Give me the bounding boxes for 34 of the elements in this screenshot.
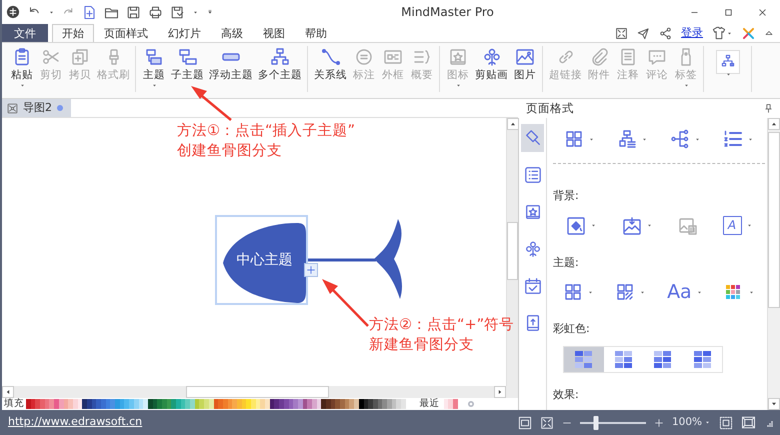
paste-button[interactable]: 粘贴 xyxy=(8,46,36,94)
picture-button[interactable]: 图片 xyxy=(511,46,539,94)
menu-tab[interactable]: 视图 xyxy=(253,24,295,42)
format-tool-button[interactable]: A xyxy=(720,214,754,237)
relationship-button[interactable]: 关系线 xyxy=(312,46,349,94)
website-link[interactable]: http://www.edrawsoft.cn xyxy=(8,414,142,431)
annotation-text: 方法②：点击“+”符号 新建鱼骨图分支 xyxy=(369,316,514,355)
file-menu-button[interactable]: 文件 xyxy=(2,24,48,42)
recent-label: 最近 xyxy=(420,398,440,410)
fill-label: 填充 xyxy=(3,398,25,410)
clipart-button[interactable]: 剪贴画 xyxy=(473,46,510,94)
menu-tab[interactable]: 幻灯片 xyxy=(158,24,211,42)
section-label: 主题: xyxy=(553,254,580,270)
menu-tab[interactable]: 高级 xyxy=(211,24,253,42)
floating-topic-button[interactable]: 浮动主题 xyxy=(207,46,255,94)
watermark-text-icon: A xyxy=(722,216,742,235)
multiple-topics-button[interactable]: 多个主题 xyxy=(256,46,304,94)
menu-tab[interactable]: 页面样式 xyxy=(94,24,158,42)
annotation-text: 方法①：点击“插入子主题” 创建鱼骨图分支 xyxy=(177,122,356,161)
window-title: MindMaster Pro xyxy=(400,4,495,21)
menu-tab[interactable]: 开始 xyxy=(52,24,94,42)
topic-button[interactable]: 主题 xyxy=(140,46,168,94)
login-link[interactable]: 登录 xyxy=(681,24,703,42)
central-topic[interactable]: 中心主题 xyxy=(215,215,308,305)
menu-tab[interactable]: 帮助 xyxy=(295,24,337,42)
panel-title: 页面格式 xyxy=(526,100,574,117)
subtopic-button[interactable]: 子主题 xyxy=(169,46,206,94)
zoom-level[interactable]: 100% xyxy=(672,414,702,430)
font-icon: Aa xyxy=(667,282,692,302)
format-tool-button[interactable]: Aa xyxy=(665,280,705,304)
section-label: 背景: xyxy=(553,188,580,204)
document-tab[interactable]: 导图2 xyxy=(2,99,71,117)
section-label: 效果: xyxy=(553,386,580,402)
section-label: 彩虹色: xyxy=(553,321,591,337)
